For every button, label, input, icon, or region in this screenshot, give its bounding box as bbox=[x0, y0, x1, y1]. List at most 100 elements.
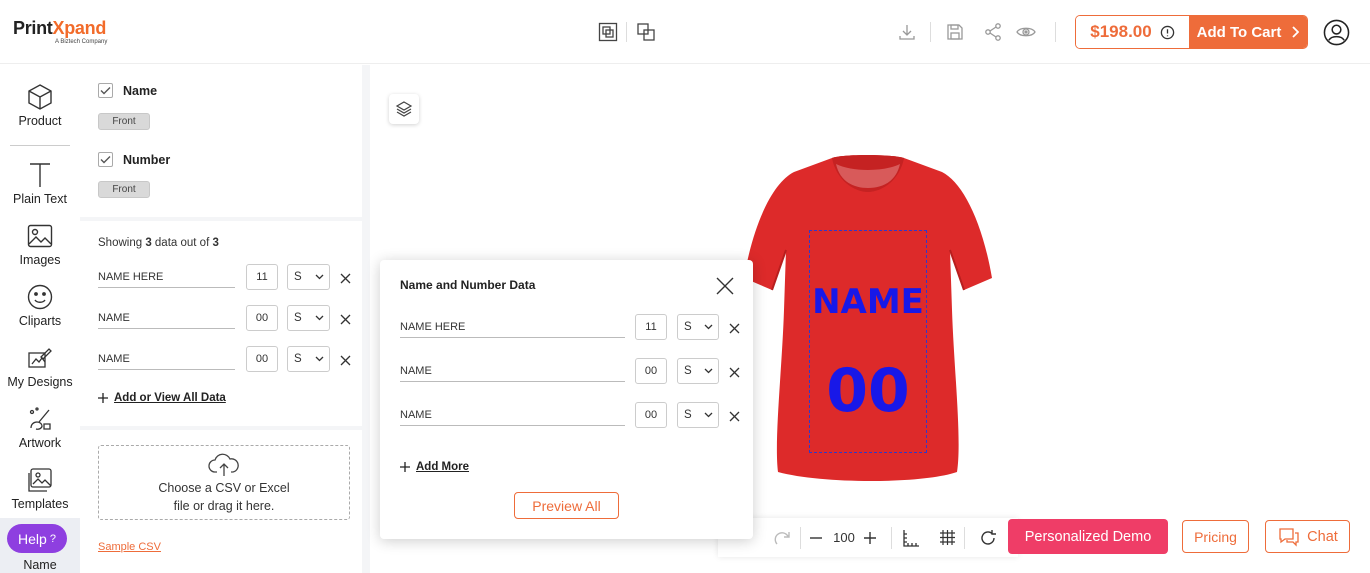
modal-size-select[interactable]: S bbox=[677, 358, 719, 384]
delete-row-icon[interactable] bbox=[338, 312, 352, 326]
save-icon[interactable] bbox=[942, 19, 968, 45]
zoom-in-button[interactable] bbox=[857, 518, 883, 557]
check-icon bbox=[100, 156, 111, 164]
modal-title: Name and Number Data bbox=[400, 278, 536, 292]
sidebar-item-templates[interactable]: Templates bbox=[0, 466, 80, 511]
number-checkbox[interactable] bbox=[98, 152, 113, 167]
panel-number-input[interactable]: 11 bbox=[246, 264, 278, 290]
price-display[interactable]: $198.00 bbox=[1076, 16, 1189, 48]
ruler-icon bbox=[903, 529, 919, 547]
text-icon bbox=[30, 163, 50, 187]
price-value: $198.00 bbox=[1090, 22, 1152, 41]
panel-name-input[interactable]: NAME bbox=[98, 307, 235, 329]
modal-size-select[interactable]: S bbox=[677, 402, 719, 428]
logo-text-xpand: Xpand bbox=[52, 18, 107, 38]
zoom-level: 100 bbox=[833, 530, 855, 545]
share-icon[interactable] bbox=[980, 19, 1006, 45]
pricing-button[interactable]: Pricing bbox=[1182, 520, 1249, 553]
panel-size-select[interactable]: S bbox=[287, 346, 330, 372]
plus-icon bbox=[864, 531, 876, 544]
reset-button[interactable] bbox=[965, 518, 1011, 557]
canvas-toolbar: 100 bbox=[718, 518, 1018, 557]
showing-middle: data out of bbox=[151, 237, 213, 249]
sidebar-item-my-designs[interactable]: My Designs bbox=[0, 344, 80, 389]
add-view-all-data-label: Add or View All Data bbox=[114, 392, 226, 404]
name-option[interactable]: Name bbox=[98, 83, 157, 98]
header-divider bbox=[1055, 22, 1056, 42]
number-option-label: Number bbox=[123, 152, 171, 167]
size-value: S bbox=[684, 365, 692, 377]
grid-button[interactable] bbox=[930, 518, 964, 557]
help-label: Help bbox=[18, 530, 47, 547]
ruler-button[interactable] bbox=[892, 518, 930, 557]
modal-number-input[interactable]: 00 bbox=[635, 402, 667, 428]
help-button[interactable]: Help ? bbox=[7, 524, 67, 553]
ungroup-icon[interactable] bbox=[633, 19, 659, 45]
add-more-link[interactable]: Add More bbox=[400, 461, 469, 473]
panel-name-input[interactable]: NAME bbox=[98, 348, 235, 370]
layers-button[interactable] bbox=[389, 94, 419, 124]
info-icon[interactable] bbox=[1160, 25, 1175, 40]
plus-icon bbox=[98, 393, 108, 403]
chat-button[interactable]: Chat bbox=[1265, 520, 1350, 553]
panel-number-input[interactable]: 00 bbox=[246, 305, 278, 331]
panel-number-input[interactable]: 00 bbox=[246, 346, 278, 372]
zoom-out-button[interactable] bbox=[801, 518, 831, 557]
chevron-down-icon bbox=[704, 412, 713, 418]
panel-name-input[interactable]: NAME HERE bbox=[98, 266, 235, 288]
modal-name-input[interactable]: NAME HERE bbox=[400, 316, 625, 338]
user-account-icon[interactable] bbox=[1322, 18, 1350, 46]
redo-button[interactable] bbox=[766, 518, 800, 557]
sidebar-item-plain-text[interactable]: Plain Text bbox=[0, 161, 80, 206]
plus-icon bbox=[400, 462, 410, 472]
modal-number-input[interactable]: 00 bbox=[635, 358, 667, 384]
modal-size-select[interactable]: S bbox=[677, 314, 719, 340]
preview-all-button[interactable]: Preview All bbox=[514, 492, 619, 519]
delete-row-icon[interactable] bbox=[727, 365, 741, 379]
download-icon[interactable] bbox=[894, 19, 920, 45]
group-icon[interactable] bbox=[595, 19, 621, 45]
shirt-number-text[interactable]: 00 bbox=[809, 356, 927, 426]
showing-total: 3 bbox=[212, 237, 219, 249]
csv-upload-dropzone[interactable]: Choose a CSV or Excel file or drag it he… bbox=[98, 445, 350, 520]
name-checkbox[interactable] bbox=[98, 83, 113, 98]
add-more-label: Add More bbox=[416, 461, 470, 473]
brand-logo[interactable]: PrintXpand A Biztech Company bbox=[13, 18, 107, 46]
shirt-name-text[interactable]: NAME bbox=[809, 282, 927, 322]
tool-sidebar: Product Plain Text Images Cliparts My De… bbox=[0, 65, 80, 573]
sidebar-divider bbox=[10, 145, 70, 146]
name-option-label: Name bbox=[123, 83, 158, 98]
sidebar-item-label: Artwork bbox=[18, 436, 62, 450]
close-icon[interactable] bbox=[716, 277, 734, 295]
chat-label: Chat bbox=[1307, 528, 1338, 545]
name-side-badge[interactable]: Front bbox=[98, 113, 150, 130]
delete-row-icon[interactable] bbox=[727, 321, 741, 335]
chevron-right-icon bbox=[1292, 26, 1300, 38]
delete-row-icon[interactable] bbox=[338, 271, 352, 285]
delete-row-icon[interactable] bbox=[727, 409, 741, 423]
sidebar-item-label: Images bbox=[19, 253, 61, 267]
modal-name-input[interactable]: NAME bbox=[400, 360, 625, 382]
sample-csv-link[interactable]: Sample CSV bbox=[98, 541, 161, 553]
number-option[interactable]: Number bbox=[98, 152, 170, 167]
layers-icon bbox=[395, 101, 413, 117]
sidebar-item-images[interactable]: Images bbox=[0, 222, 80, 267]
preview-eye-icon[interactable] bbox=[1013, 19, 1039, 45]
personalized-demo-button[interactable]: Personalized Demo bbox=[1008, 519, 1168, 554]
number-side-badge[interactable]: Front bbox=[98, 181, 150, 198]
modal-name-input[interactable]: NAME bbox=[400, 404, 625, 426]
cloud-upload-icon bbox=[208, 453, 239, 476]
panel-size-select[interactable]: S bbox=[287, 264, 330, 290]
modal-number-input[interactable]: 11 bbox=[635, 314, 667, 340]
add-to-cart-button[interactable]: Add To Cart bbox=[1189, 16, 1307, 48]
panel-size-select[interactable]: S bbox=[287, 305, 330, 331]
sidebar-item-artwork[interactable]: Artwork bbox=[0, 405, 80, 450]
price-cart-group: $198.00 Add To Cart bbox=[1075, 15, 1308, 49]
sidebar-item-label: Name bbox=[23, 558, 57, 572]
add-view-all-data-link[interactable]: Add or View All Data bbox=[98, 392, 226, 404]
app-root: PrintXpand A Biztech Company $198.00 Add… bbox=[0, 0, 1370, 573]
sidebar-item-product[interactable]: Product bbox=[0, 83, 80, 128]
sidebar-item-cliparts[interactable]: Cliparts bbox=[0, 283, 80, 328]
cube-icon bbox=[28, 84, 52, 110]
delete-row-icon[interactable] bbox=[338, 353, 352, 367]
